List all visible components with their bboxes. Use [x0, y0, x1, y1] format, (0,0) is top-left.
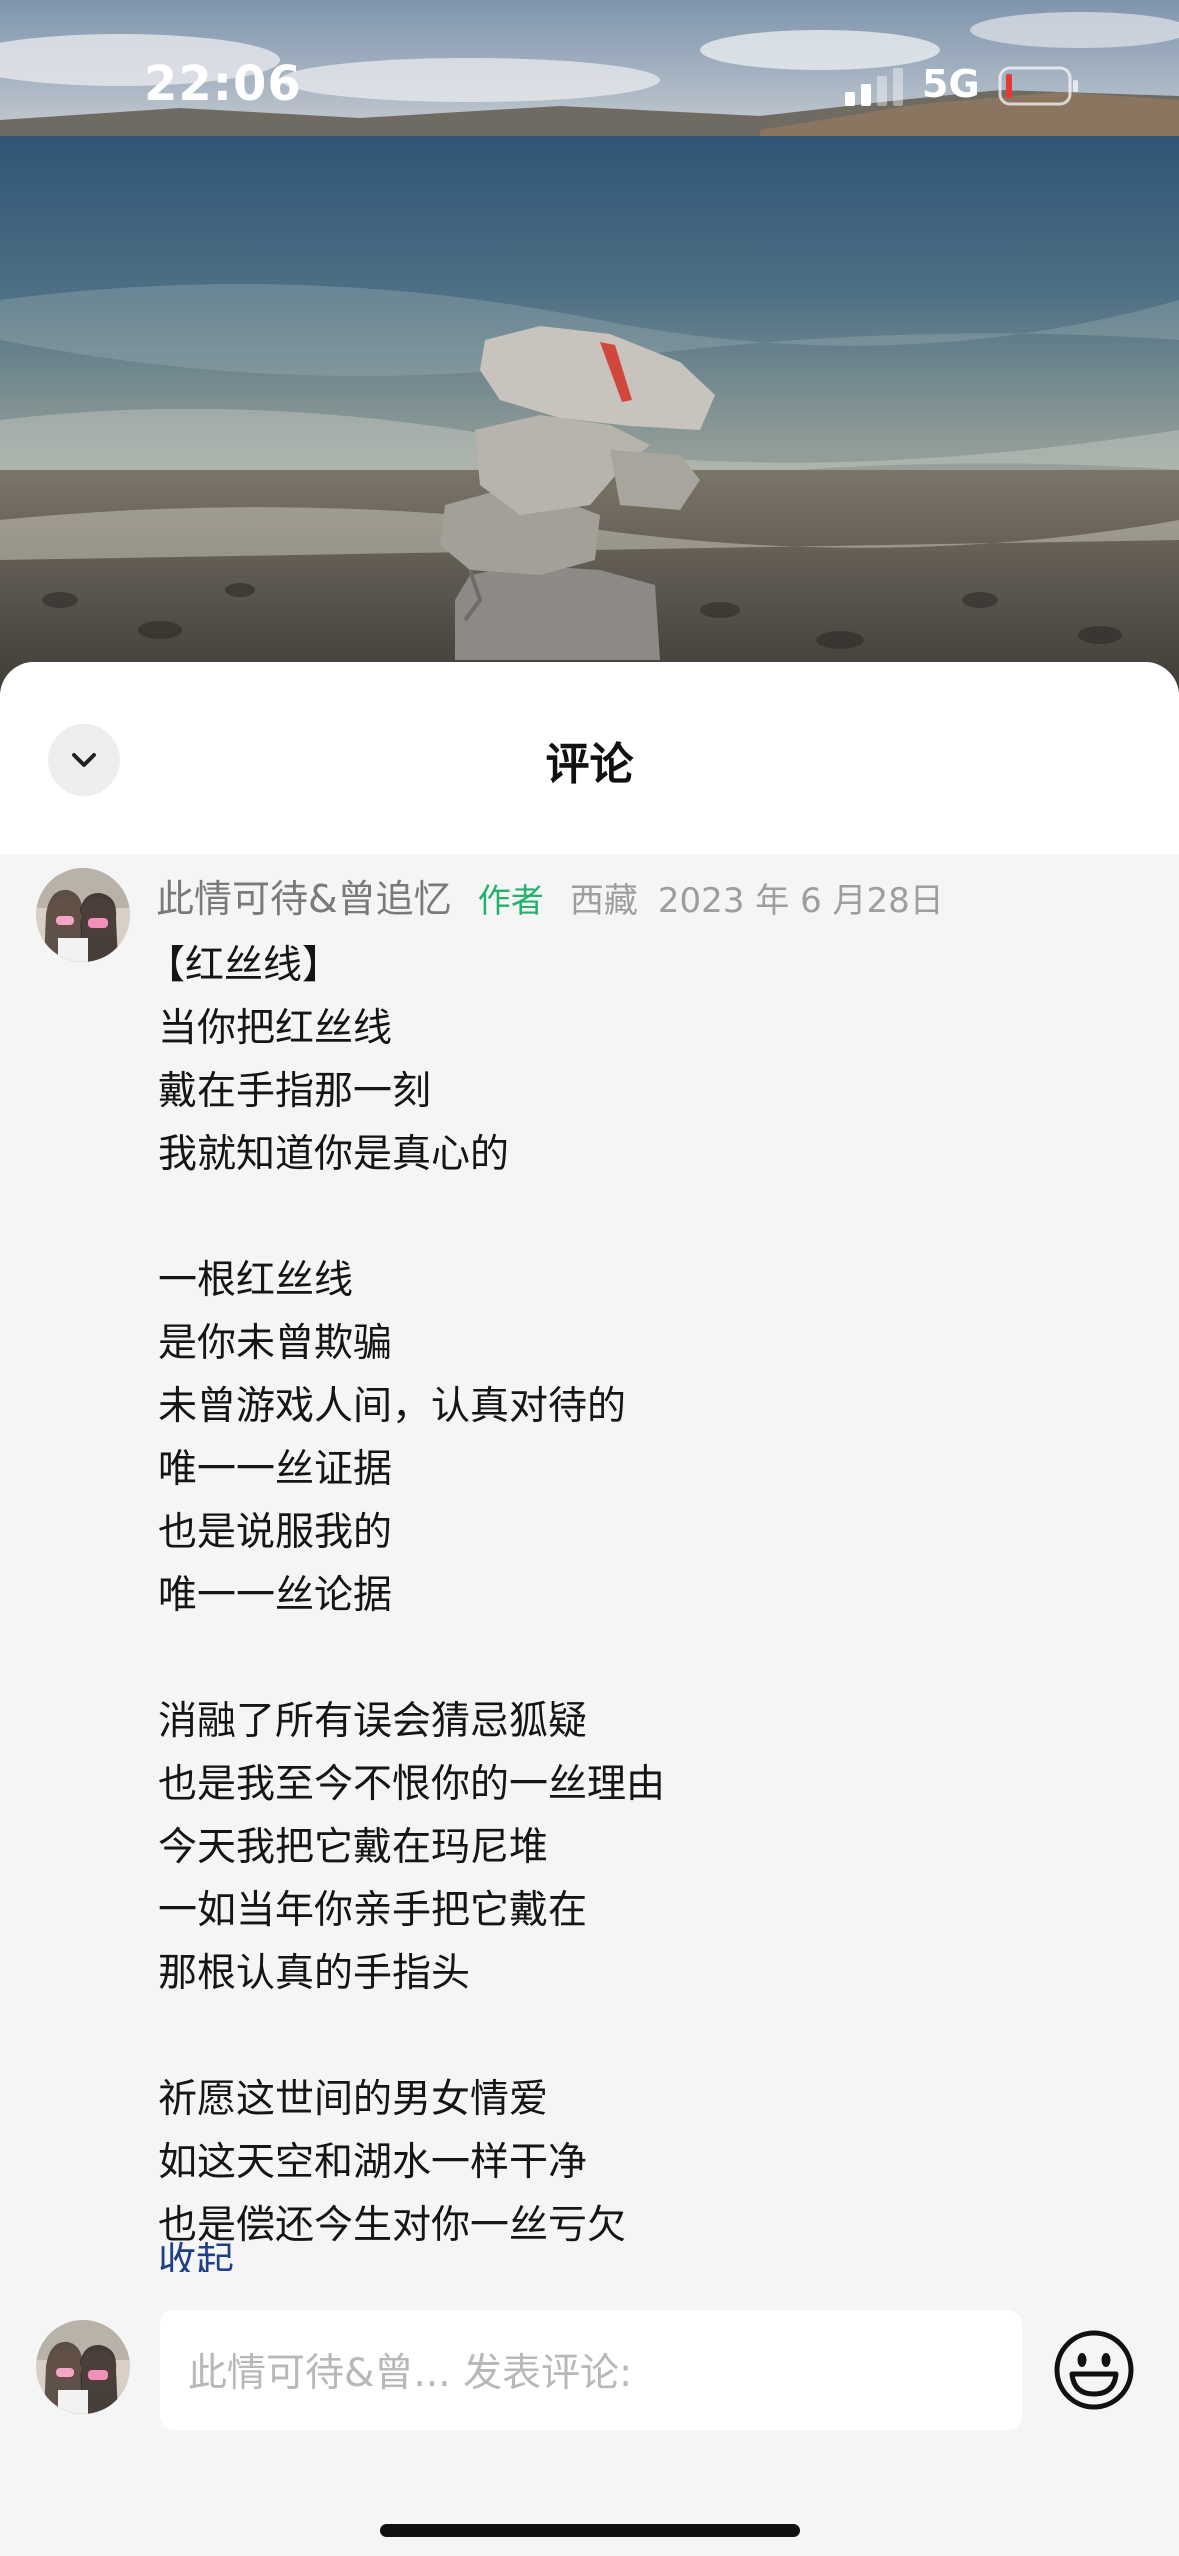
comment-date: 2023 年 6 月28日 [657, 881, 944, 921]
poem-line: 祈愿这世间的男女情爱 [158, 2077, 549, 2122]
poem-line: 一如当年你亲手把它戴在 [158, 1888, 588, 1933]
sheet-title: 评论 [545, 739, 634, 790]
home-indicator [380, 2524, 800, 2537]
poem-line: 也是偿还今生对你一丝亏欠 [158, 2203, 627, 2248]
poem-line: 未曾游戏人间，认真对待的 [158, 1384, 627, 1429]
status-time: 22:06 [144, 56, 302, 112]
stanza-gap [158, 1186, 1158, 1249]
signal-bars-icon [845, 68, 903, 106]
poem-line: 是你未曾欺骗 [158, 1321, 393, 1366]
poem-line: 消融了所有误会猜忌狐疑 [158, 1699, 588, 1744]
author-badge: 作者 [477, 881, 544, 920]
collapse-text-link[interactable]: 收起 [158, 2230, 234, 2276]
stanza-gap [158, 2005, 1158, 2068]
poem-line: 唯一一丝论据 [158, 1573, 393, 1618]
smiley-emoji-icon [1054, 2330, 1134, 2410]
poem-line: 今天我把它戴在玛尼堆 [158, 1825, 549, 1870]
poem-line: 也是我至今不恨你的一丝理由 [158, 1762, 666, 1807]
screen: 22:06 5G 评论 此情可待&曾追忆 作者 西藏 2023 年 6 月28日… [0, 0, 1179, 2556]
emoji-button[interactable] [1052, 2328, 1136, 2412]
poem-line: 戴在手指那一刻 [158, 1069, 432, 1114]
poem-line: 那根认真的手指头 [158, 1951, 471, 1996]
comment-meta: 此情可待&曾追忆 作者 西藏 2023 年 6 月28日 [156, 874, 944, 926]
comment-input[interactable]: 此情可待&曾... 发表评论: [160, 2310, 1022, 2430]
poem-title: 【红丝线】 [146, 943, 342, 988]
user-avatar [36, 2320, 130, 2414]
status-bar: 22:06 5G [0, 0, 1179, 150]
network-label: 5G [922, 62, 980, 106]
author-name[interactable]: 此情可待&曾追忆 [156, 877, 452, 921]
poem-line: 我就知道你是真心的 [158, 1132, 510, 1177]
battery-low-icon [998, 66, 1078, 106]
author-avatar[interactable] [36, 868, 130, 962]
poem-line: 一根红丝线 [158, 1258, 354, 1303]
poem-line: 如这天空和湖水一样干净 [158, 2140, 588, 2185]
comment-text: 当你把红丝线 戴在手指那一刻我就知道你是真心的 一根红丝线是你未曾欺骗未曾游戏人间，… [158, 997, 1158, 2257]
poem-line: 当你把红丝线 [158, 1006, 393, 1051]
poem-line: 唯一一丝证据 [158, 1447, 393, 1492]
stanza-gap [158, 1627, 1158, 1690]
sheet-header: 评论 [0, 662, 1179, 854]
comment-input-bar: 此情可待&曾... 发表评论: [0, 2272, 1179, 2556]
comment-location: 西藏 [569, 881, 638, 921]
poem-line: 也是说服我的 [158, 1510, 393, 1555]
